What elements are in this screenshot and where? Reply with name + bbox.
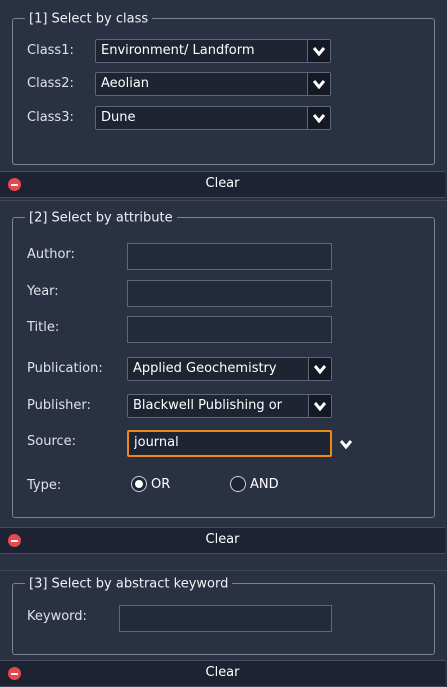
keyword-groupbox: [3] Select by abstract keyword Keyword: — [12, 576, 435, 655]
chevron-down-icon[interactable] — [308, 358, 331, 380]
class3-value: Dune — [101, 110, 136, 125]
type-label: Type: — [27, 478, 62, 493]
publication-value: Applied Geochemistry — [133, 361, 277, 376]
class2-select[interactable]: Aeolian — [95, 72, 331, 96]
class1-value: Environment/ Landform — [101, 43, 255, 58]
source-label: Source: — [27, 434, 77, 449]
publisher-value: Blackwell Publishing or — [133, 398, 283, 413]
keyword-clear-button[interactable]: Clear — [0, 660, 445, 687]
type-and-radio[interactable]: AND — [230, 476, 279, 492]
attribute-clear-label: Clear — [205, 532, 240, 547]
chevron-down-icon[interactable] — [307, 73, 330, 95]
keyword-row: Keyword: — [13, 605, 434, 632]
title-row: Title: — [13, 316, 434, 343]
attribute-section-title: [2] Select by attribute — [25, 210, 177, 226]
keyword-section-title: [3] Select by abstract keyword — [25, 576, 233, 592]
attribute-groupbox: [2] Select by attribute Author: Year: Ti… — [12, 210, 435, 518]
publisher-select[interactable]: Blackwell Publishing or — [127, 394, 332, 418]
source-select[interactable]: journal — [127, 430, 357, 457]
type-or-label: OR — [151, 476, 171, 492]
class2-row: Class2: Aeolian — [13, 72, 434, 98]
chevron-down-icon[interactable] — [335, 432, 357, 455]
chevron-down-icon[interactable] — [308, 395, 331, 417]
publication-row: Publication: Applied Geochemistry — [13, 357, 434, 383]
type-and-label: AND — [250, 476, 279, 492]
year-field[interactable] — [127, 280, 332, 307]
class3-select[interactable]: Dune — [95, 106, 331, 130]
publisher-row: Publisher: Blackwell Publishing or — [13, 394, 434, 420]
author-label: Author: — [27, 247, 75, 262]
keyword-panel: [3] Select by abstract keyword Keyword: … — [0, 560, 447, 687]
keyword-field[interactable] — [119, 605, 332, 632]
radio-unchecked-icon[interactable] — [230, 476, 246, 492]
author-row: Author: — [13, 243, 434, 270]
class-panel: [1] Select by class Class1: Environment/… — [0, 0, 447, 200]
type-row: Type: OR AND — [13, 474, 434, 500]
attribute-clear-button[interactable]: Clear — [0, 527, 445, 554]
publication-label: Publication: — [27, 361, 103, 376]
class2-value: Aeolian — [101, 76, 150, 91]
class3-row: Class3: Dune — [13, 106, 434, 132]
class1-label: Class1: — [27, 43, 74, 58]
divider — [0, 200, 447, 201]
divider — [0, 570, 447, 571]
author-field[interactable] — [127, 243, 332, 270]
class-clear-label: Clear — [205, 176, 240, 191]
class2-label: Class2: — [27, 76, 74, 91]
title-field[interactable] — [127, 316, 332, 343]
source-row: Source: journal — [13, 430, 434, 457]
keyword-label: Keyword: — [27, 609, 87, 624]
class1-row: Class1: Environment/ Landform — [13, 39, 434, 65]
class-groupbox: [1] Select by class Class1: Environment/… — [12, 11, 435, 165]
source-value: journal — [134, 435, 179, 450]
class3-label: Class3: — [27, 110, 74, 125]
class-section-title: [1] Select by class — [25, 11, 153, 27]
class-clear-button[interactable]: Clear — [0, 171, 445, 198]
year-row: Year: — [13, 280, 434, 307]
radio-checked-icon[interactable] — [131, 476, 147, 492]
class1-select[interactable]: Environment/ Landform — [95, 39, 331, 63]
chevron-down-icon[interactable] — [307, 107, 330, 129]
publication-select[interactable]: Applied Geochemistry — [127, 357, 332, 381]
keyword-clear-label: Clear — [205, 665, 240, 680]
chevron-down-icon[interactable] — [307, 40, 330, 62]
attribute-panel: [2] Select by attribute Author: Year: Ti… — [0, 200, 447, 560]
type-or-radio[interactable]: OR — [131, 476, 170, 492]
year-label: Year: — [27, 284, 59, 299]
publisher-label: Publisher: — [27, 398, 91, 413]
title-label: Title: — [27, 320, 60, 335]
